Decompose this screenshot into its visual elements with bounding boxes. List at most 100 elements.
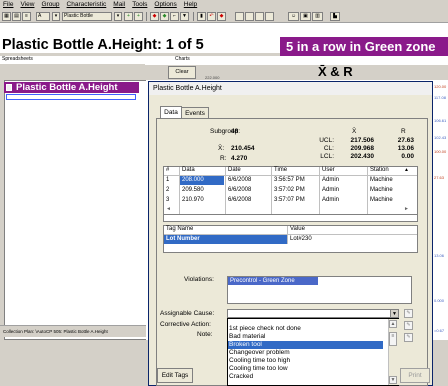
table-cell: 210.970 — [182, 197, 204, 203]
edit-icon[interactable]: ✎ — [404, 309, 413, 318]
tag-value-cell[interactable]: Lot#230 — [290, 235, 312, 244]
export-icon[interactable]: ▙ — [330, 12, 340, 21]
charts-label: Charts — [175, 56, 190, 62]
dropdown-option[interactable]: Bad material — [228, 333, 383, 341]
blank-button-3[interactable] — [255, 12, 264, 21]
col-header: Data — [182, 167, 195, 173]
diamond-icon[interactable]: ◆ — [160, 12, 169, 21]
menu-view[interactable]: View — [20, 0, 34, 10]
spreadsheet-header[interactable]: Plastic Bottle A.Height — [4, 82, 139, 93]
alert-icon[interactable]: ◆ — [217, 12, 226, 21]
clear-value: 222.000 — [205, 75, 220, 80]
table-cell: 3:57:07 PM — [274, 197, 305, 203]
stats-header-x: X̄ — [352, 128, 357, 135]
menu-mail[interactable]: Mail — [113, 0, 125, 10]
blank-button-4[interactable] — [265, 12, 274, 21]
undo-icon[interactable]: ↶ — [207, 12, 216, 21]
col-header: Tag Name — [166, 226, 194, 232]
cl-r: 13.06 — [397, 145, 414, 152]
table-cell: Machine — [370, 177, 393, 183]
axis-label: =0.67 — [434, 328, 445, 333]
ucl-r: 27.63 — [397, 137, 414, 144]
scroll-up-icon[interactable]: ▲ — [389, 320, 397, 328]
chevron-down-icon[interactable]: ▼ — [390, 309, 399, 318]
stats-header-r: R — [401, 128, 406, 135]
trash-icon[interactable]: ▮ — [197, 12, 206, 21]
col-header: Date — [228, 167, 241, 173]
chart-title: X̄ & R — [318, 64, 353, 79]
dropdown-option[interactable]: Cooling time too high — [228, 357, 383, 365]
spreadsheet-icon — [6, 84, 12, 91]
people-icon[interactable]: ☺ — [288, 12, 299, 21]
table-cell: Machine — [370, 197, 393, 203]
edit-tags-button[interactable]: Edit Tags — [157, 368, 193, 383]
alarm-banner: 5 in a row in Green zone — [280, 37, 448, 56]
print-icon[interactable]: ▣ — [300, 12, 311, 21]
save-icon[interactable]: ▦ — [2, 12, 11, 21]
menu-file[interactable]: File — [3, 0, 13, 10]
document-icon[interactable]: ▥ — [312, 12, 323, 21]
scroll-down-icon[interactable]: ▼ — [389, 376, 397, 384]
menu-tools[interactable]: Tools — [132, 0, 147, 10]
scroll-left-icon[interactable]: ◄ — [166, 205, 171, 214]
xbar-value: 210.454 — [231, 145, 255, 152]
chevron-down-icon[interactable]: ▾ — [114, 12, 122, 21]
col-header: Value — [290, 226, 305, 232]
table-cell: 2 — [166, 187, 170, 193]
table-cell: 1 — [166, 177, 170, 183]
print-button[interactable]: Print — [400, 368, 430, 383]
table-cell: Machine — [370, 187, 393, 193]
assignable-cause-select[interactable] — [227, 309, 399, 318]
lcl-label: LCL: — [320, 153, 334, 160]
clear-button[interactable]: Clear — [168, 66, 196, 79]
menu-options[interactable]: Options — [154, 0, 176, 10]
dropdown-option[interactable]: 1st piece check not done — [228, 325, 383, 333]
col-header: Time — [274, 167, 288, 173]
axis-label: 117.08 — [434, 95, 446, 100]
group-select[interactable]: A — [36, 12, 50, 21]
cl-label: CL: — [323, 145, 334, 152]
edit-icon[interactable]: ✎ — [404, 333, 413, 342]
table-cell: 6/6/2008 — [228, 197, 252, 203]
r-label: R: — [220, 155, 227, 162]
corrective-action-label: Corrective Action: — [160, 321, 211, 328]
add-icon[interactable]: + — [124, 12, 133, 21]
col-header: Station — [370, 167, 389, 173]
table-icon[interactable]: ≡ — [22, 12, 31, 21]
dropdown-option[interactable]: Cracked — [228, 373, 383, 381]
filter-icon[interactable]: ▼ — [180, 12, 189, 21]
tag-name-cell[interactable]: Lot Number — [164, 235, 287, 244]
grid-icon[interactable]: ▤ — [12, 12, 21, 21]
dropdown-option-selected[interactable]: Broken tool — [228, 341, 383, 349]
table-cell: 3:56:57 PM — [274, 177, 305, 183]
dropdown-option[interactable]: Cooling time too low — [228, 365, 383, 373]
table-cell: 6/6/2008 — [228, 187, 252, 193]
table-cell-selected[interactable]: 208.000 — [180, 176, 224, 185]
menu-characteristic[interactable]: Characteristic — [67, 0, 107, 10]
dropdown-option[interactable]: Changeover problem — [228, 349, 383, 357]
scroll-thumb[interactable]: ≡ — [389, 332, 397, 346]
menu-help[interactable]: Help — [184, 0, 197, 10]
chevron-down-icon[interactable]: ▾ — [52, 12, 60, 21]
edit-icon[interactable]: ✎ — [404, 321, 413, 330]
spreadsheet-area — [4, 80, 147, 340]
table-cell: 6/6/2008 — [228, 177, 252, 183]
axis-label: 13.06 — [434, 253, 445, 258]
menu-group[interactable]: Group — [41, 0, 59, 10]
scroll-right-icon[interactable]: ► — [404, 205, 409, 214]
ucl-x: 217.506 — [350, 137, 375, 144]
violation-item[interactable]: Precontrol - Green Zone — [228, 277, 318, 285]
r-value: 4.270 — [231, 155, 248, 162]
violations-label: Violations: — [184, 276, 214, 283]
note-label: Note: — [197, 331, 213, 338]
blank-button-1[interactable] — [235, 12, 244, 21]
flag-icon[interactable]: ◆ — [150, 12, 159, 21]
blank-button-2[interactable] — [245, 12, 254, 21]
spreadsheet-row[interactable] — [6, 94, 136, 100]
scroll-up-icon[interactable]: ▲ — [404, 166, 409, 175]
table-cell: 3 — [166, 197, 170, 203]
chart-icon[interactable]: ⌐ — [170, 12, 179, 21]
axis-label: 100.00 — [434, 149, 447, 154]
add-sample-icon[interactable]: + — [134, 12, 143, 21]
characteristic-select[interactable]: Plastic Bottle A.Height — [62, 12, 112, 21]
